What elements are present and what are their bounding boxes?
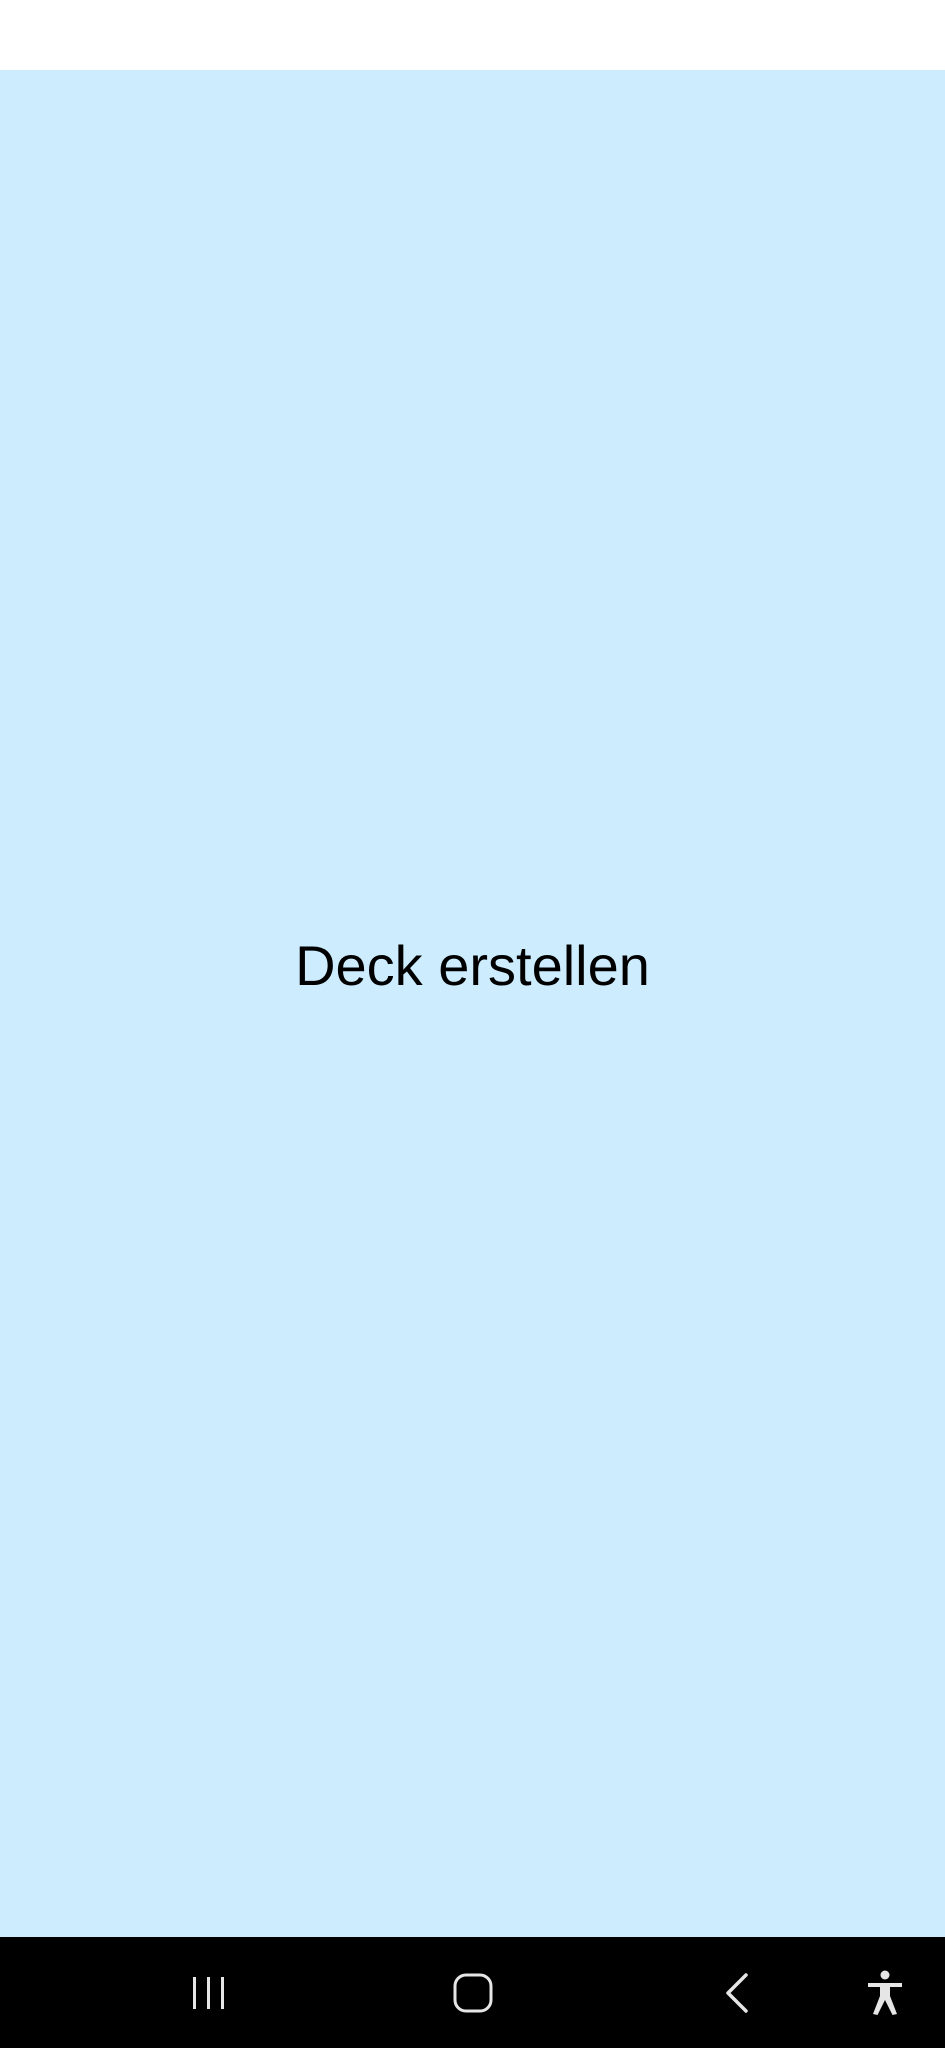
recent-apps-button[interactable] [154, 1937, 264, 2048]
home-button[interactable] [418, 1937, 528, 2048]
accessibility-icon [868, 1970, 902, 2015]
accessibility-button[interactable] [830, 1937, 940, 2048]
home-icon [453, 1973, 493, 2012]
create-deck-button[interactable]: Deck erstellen [0, 920, 945, 1010]
recent-apps-icon [193, 1976, 224, 2009]
status-bar [0, 0, 945, 70]
navigation-bar [0, 1937, 945, 2048]
back-button[interactable] [683, 1937, 793, 2048]
back-icon [726, 1972, 748, 2013]
